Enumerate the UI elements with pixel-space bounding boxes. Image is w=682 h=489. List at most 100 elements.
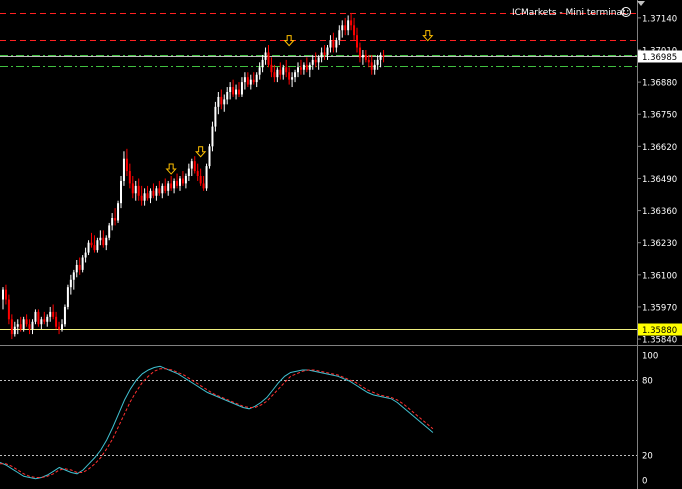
candle-body <box>347 20 350 31</box>
candle <box>117 200 120 223</box>
candle <box>66 284 69 310</box>
candle-body <box>317 57 320 63</box>
candle-body <box>196 171 199 176</box>
candle-body <box>246 77 249 85</box>
candle-body <box>58 326 61 330</box>
candle-body <box>61 324 63 330</box>
stochastic-tick-label: 20 <box>642 452 653 462</box>
candle-body <box>279 69 282 75</box>
candle-body <box>332 40 335 48</box>
candle-body <box>46 316 49 322</box>
candle-body <box>55 316 58 327</box>
candle-body <box>146 193 149 199</box>
candle-body <box>25 319 28 325</box>
candle-body <box>143 193 146 201</box>
candle-body <box>367 59 370 63</box>
candle-body <box>28 324 31 330</box>
candle-body <box>338 30 341 41</box>
candle-body <box>240 82 243 95</box>
price-tick-label: 1.36490 <box>642 175 677 185</box>
candle-body <box>161 185 164 194</box>
price-tick-label: 1.36880 <box>642 79 677 89</box>
candle-body <box>184 176 187 184</box>
candle-body <box>217 96 220 107</box>
trading-chart[interactable]: 1.371401.370101.368801.367501.366201.364… <box>0 0 682 489</box>
candle-body <box>264 52 267 60</box>
candle-body <box>69 279 72 288</box>
candle-body <box>190 161 193 169</box>
candle-body <box>255 74 258 83</box>
candle-body <box>81 257 84 270</box>
candle-body <box>40 319 43 325</box>
candle-body <box>308 64 311 70</box>
candle-body <box>211 126 214 147</box>
candle-body <box>93 245 96 251</box>
candle-body <box>214 106 217 127</box>
candle-body <box>302 64 305 70</box>
candle-body <box>10 319 13 335</box>
candle-body <box>235 89 238 95</box>
candle-body <box>43 319 46 322</box>
candle-body <box>373 64 376 70</box>
candle-body <box>176 180 179 186</box>
candle-body <box>19 324 22 330</box>
candle-body <box>294 72 297 78</box>
candle-body <box>238 89 240 95</box>
candle-body <box>105 237 108 246</box>
candle-body <box>305 64 308 70</box>
candle-body <box>149 190 152 199</box>
candle-body <box>131 183 134 194</box>
candle-body <box>267 52 270 65</box>
candle-body <box>155 188 158 196</box>
candle-body <box>335 40 338 48</box>
candle-body <box>320 52 323 58</box>
candle-body <box>273 72 276 78</box>
candle-body <box>243 77 246 83</box>
candle-body <box>199 176 202 184</box>
candle-body <box>220 96 223 105</box>
stochastic-tick-label: 80 <box>642 377 653 387</box>
candle-body <box>90 242 93 246</box>
candle-body <box>13 326 16 335</box>
candle-body <box>128 171 131 184</box>
candle-body <box>122 158 125 181</box>
candle-body <box>2 289 4 300</box>
candle-body <box>229 87 232 92</box>
candle <box>208 143 211 169</box>
candle-body <box>370 62 373 70</box>
candle <box>108 222 111 241</box>
candle-body <box>140 195 143 201</box>
candle-body <box>261 59 264 68</box>
candle-body <box>134 185 137 194</box>
candle-body <box>4 289 7 300</box>
candle-body <box>358 47 361 58</box>
candle-body <box>7 299 10 320</box>
candle-body <box>382 54 385 57</box>
candle-body <box>37 311 40 325</box>
low-price-tag: 1.35880 <box>642 326 677 336</box>
candle-body <box>137 185 140 196</box>
candle <box>205 163 208 191</box>
candle-body <box>208 146 211 167</box>
candle-body <box>202 183 205 189</box>
candle-body <box>173 180 176 189</box>
price-tick-label: 1.36100 <box>642 271 677 281</box>
candle-body <box>364 54 367 60</box>
price-tick-label: 1.35970 <box>642 303 677 313</box>
candle-body <box>193 161 196 172</box>
candle-body <box>311 59 314 65</box>
candle-body <box>223 99 226 105</box>
candle-body <box>99 237 102 241</box>
candle-body <box>34 311 37 322</box>
price-tick-label: 1.37140 <box>642 14 677 24</box>
candle-body <box>164 185 167 191</box>
candle-body <box>114 218 117 221</box>
candle-body <box>353 25 356 36</box>
candle-body <box>75 264 78 273</box>
candle-body <box>297 67 299 73</box>
candle-body <box>72 272 75 280</box>
price-tick-label: 1.36750 <box>642 111 677 121</box>
candle-body <box>181 178 184 184</box>
candle-body <box>117 203 120 221</box>
candle-body <box>66 287 69 307</box>
